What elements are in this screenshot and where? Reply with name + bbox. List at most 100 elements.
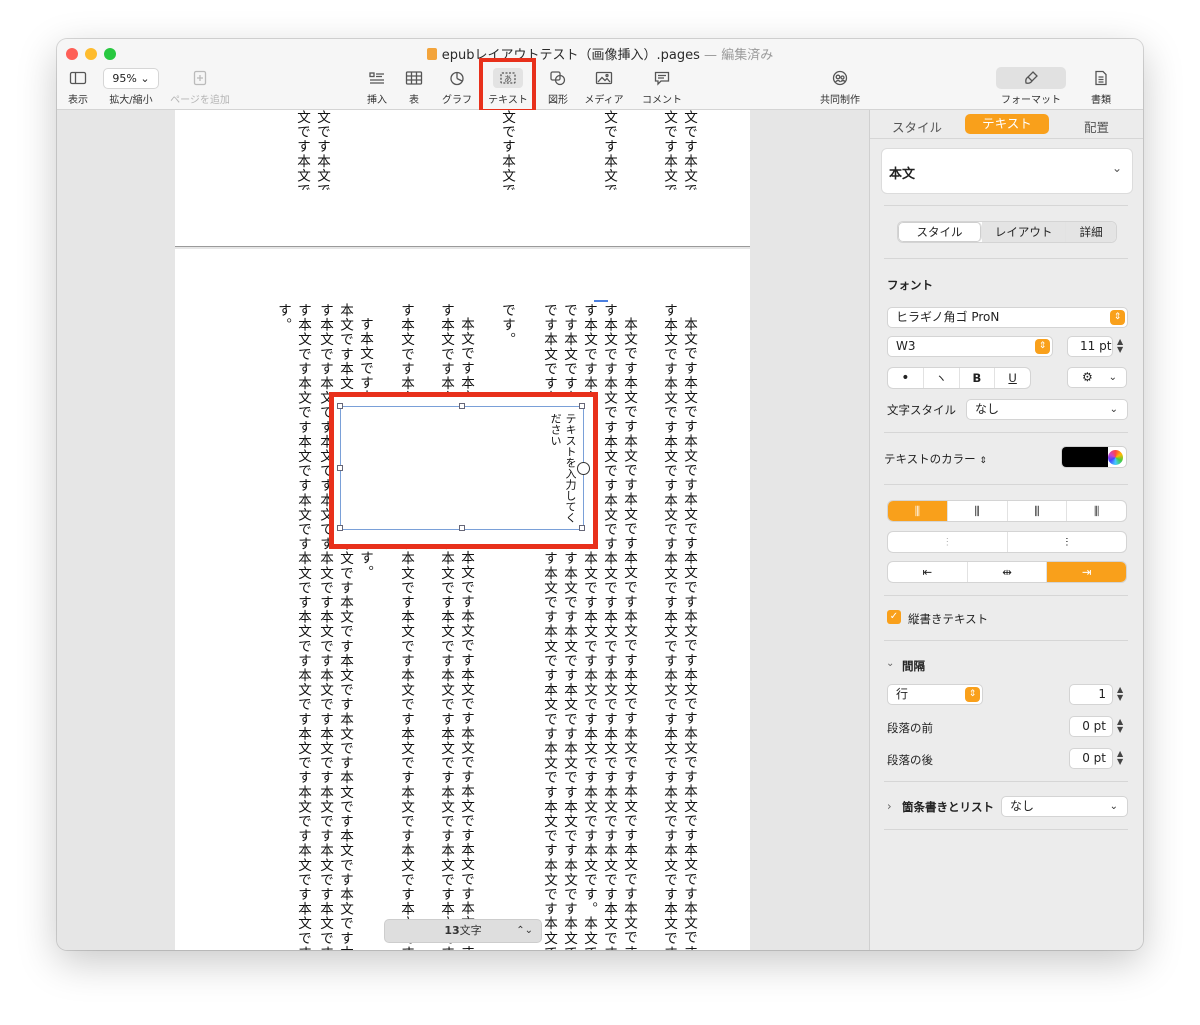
- text-column: 文です本文で: [499, 110, 515, 190]
- chevron-right-icon[interactable]: ›: [887, 799, 892, 813]
- resize-handle[interactable]: [579, 525, 585, 531]
- divider: [884, 205, 1128, 206]
- vertical-text-checkbox[interactable]: ✓: [887, 610, 901, 624]
- indent-both-icon[interactable]: ⇹: [968, 562, 1048, 582]
- line-spacing-field[interactable]: 1: [1069, 684, 1113, 705]
- text-button-highlight: [479, 58, 536, 113]
- align-center-icon[interactable]: ⫼: [948, 501, 1008, 521]
- resize-handle[interactable]: [337, 525, 343, 531]
- text-column: 本文です本文です本文です本文です本文です本文です本文です本文です本文です本文です…: [681, 317, 697, 950]
- gear-icon: ⚙: [1082, 370, 1093, 384]
- tab-arrange[interactable]: 配置: [1084, 117, 1109, 136]
- subtab-detail[interactable]: 詳細: [1066, 222, 1116, 242]
- chevron-down-icon: ⌄: [1111, 161, 1122, 175]
- font-family-popup[interactable]: ヒラギノ角ゴ ProN ⇕: [887, 307, 1128, 328]
- resize-handle[interactable]: [337, 403, 343, 409]
- resize-handle[interactable]: [459, 525, 465, 531]
- chart-button[interactable]: グラフ: [437, 67, 477, 106]
- align-top-icon[interactable]: ⫼: [888, 501, 948, 521]
- text-options-popup[interactable]: ⚙ ⌄: [1067, 367, 1127, 388]
- before-paragraph-field[interactable]: 0 pt: [1069, 716, 1113, 737]
- before-paragraph-stepper[interactable]: ▲ ▼: [1117, 718, 1123, 734]
- divider: [884, 829, 1128, 830]
- document-canvas[interactable]: 文です本文で 文です本文で 文です本文で 文です本文で 文です本文で 文です本文…: [57, 110, 869, 950]
- text-flow-handle[interactable]: [577, 462, 590, 475]
- align-justify-icon[interactable]: ⫼: [1067, 501, 1126, 521]
- format-button[interactable]: フォーマット: [996, 67, 1066, 106]
- paragraph-style-popup[interactable]: 本文 ⌄: [881, 148, 1133, 194]
- indent-buttons: ⇤ ⇹ ⇥: [887, 561, 1127, 583]
- text-color-well[interactable]: [1061, 446, 1127, 468]
- color-wheel-icon[interactable]: [1108, 450, 1123, 465]
- line-spacing-value: 1: [1098, 687, 1106, 701]
- text-cursor: [594, 300, 608, 302]
- text-column: 文です本文で: [661, 110, 677, 190]
- tab-style[interactable]: スタイル: [892, 117, 942, 136]
- format-sidebar: スタイル テキスト 配置 本文 ⌄ スタイル レイアウト 詳細 フォント ヒラギ…: [869, 110, 1143, 950]
- collaborate-button[interactable]: 共同制作: [815, 67, 865, 106]
- list-style-value: なし: [1010, 799, 1035, 813]
- line-spacing-type-popup[interactable]: 行 ⇕: [887, 684, 983, 705]
- resize-handle[interactable]: [459, 403, 465, 409]
- table-button[interactable]: 表: [399, 67, 429, 106]
- divider: [870, 138, 1143, 139]
- indent-left-icon[interactable]: ⇤: [888, 562, 968, 582]
- underline-button[interactable]: U: [995, 368, 1030, 388]
- valign-middle-icon[interactable]: ⫶: [1008, 532, 1127, 552]
- valign-start-icon[interactable]: ⫶: [888, 532, 1008, 552]
- indent-right-icon[interactable]: ⇥: [1047, 562, 1126, 582]
- subtab-style[interactable]: スタイル: [898, 222, 983, 242]
- list-style-popup[interactable]: なし ⌄: [1001, 796, 1128, 817]
- text-color-label[interactable]: テキストのカラー ⇕: [884, 451, 987, 467]
- shape-button[interactable]: 図形: [541, 67, 575, 106]
- font-weight-popup[interactable]: W3 ⇕: [887, 336, 1053, 357]
- tab-text[interactable]: テキスト: [965, 114, 1049, 134]
- char-style-popup[interactable]: なし ⌄: [966, 399, 1128, 420]
- pages-window: epubレイアウトテスト（画像挿入）.pages — 編集済み 表示 95% ⌄…: [57, 39, 1143, 950]
- add-page-button[interactable]: ページを追加: [165, 67, 235, 106]
- font-size-field[interactable]: 11 pt: [1067, 336, 1113, 357]
- pages-doc-icon: [426, 48, 437, 60]
- comment-button[interactable]: コメント: [637, 67, 687, 106]
- view-button[interactable]: 表示: [63, 67, 93, 106]
- bold-button[interactable]: B: [960, 368, 996, 388]
- divider: [884, 432, 1128, 433]
- after-paragraph-stepper[interactable]: ▲ ▼: [1117, 750, 1123, 766]
- divider: [884, 484, 1128, 485]
- zoom-popup[interactable]: 95% ⌄: [103, 67, 159, 89]
- resize-handle[interactable]: [579, 403, 585, 409]
- updown-chevron-icon: ⇕: [965, 687, 980, 702]
- zoom-label: 拡大/縮小: [109, 95, 153, 106]
- italic-mark-button[interactable]: ヽ: [924, 368, 960, 388]
- line-spacing-stepper[interactable]: ▲ ▼: [1117, 686, 1123, 702]
- zoom-control[interactable]: 95% ⌄ 拡大/縮小: [101, 67, 161, 106]
- collaborate-label: 共同制作: [820, 95, 860, 106]
- text-column: 文です本文で: [681, 110, 697, 190]
- textbox-placeholder[interactable]: テキストを入力してください: [548, 413, 578, 523]
- font-weight-value: W3: [896, 339, 916, 353]
- vertical-text-box[interactable]: テキストを入力してください: [337, 403, 590, 531]
- shape-label: 図形: [548, 95, 568, 106]
- chevron-down-icon[interactable]: ⌄: [886, 658, 894, 669]
- word-count-popup[interactable]: 13文字 ⌃⌄: [384, 919, 542, 943]
- page-2[interactable]: 本文です本文です本文です本文です本文です本文です本文です本文です本文です本文です…: [175, 249, 750, 950]
- insert-button[interactable]: 挿入: [360, 67, 394, 106]
- media-label: メディア: [584, 95, 624, 106]
- line-spacing-type: 行: [896, 687, 909, 701]
- document-button[interactable]: 書類: [1081, 67, 1121, 106]
- resize-handle[interactable]: [337, 465, 343, 471]
- media-button[interactable]: メディア: [581, 67, 627, 106]
- after-paragraph-field[interactable]: 0 pt: [1069, 748, 1113, 769]
- window-title: epubレイアウトテスト（画像挿入）.pages — 編集済み: [57, 44, 1143, 63]
- font-size-stepper[interactable]: ▲ ▼: [1117, 338, 1123, 354]
- chevron-down-icon: ⌄: [1109, 801, 1118, 812]
- align-bottom-icon[interactable]: ⫼: [1008, 501, 1068, 521]
- font-header: フォント: [887, 278, 933, 292]
- divider: [884, 595, 1128, 596]
- subtab-layout[interactable]: レイアウト: [982, 222, 1067, 242]
- add-page-label: ページを追加: [170, 95, 230, 106]
- bullet-dot-button[interactable]: •: [888, 368, 924, 388]
- page-1[interactable]: 文です本文で 文です本文で 文です本文で 文です本文で 文です本文で 文です本文…: [175, 110, 750, 247]
- before-paragraph-label: 段落の前: [887, 721, 933, 735]
- font-style-buttons: • ヽ B U: [887, 367, 1031, 389]
